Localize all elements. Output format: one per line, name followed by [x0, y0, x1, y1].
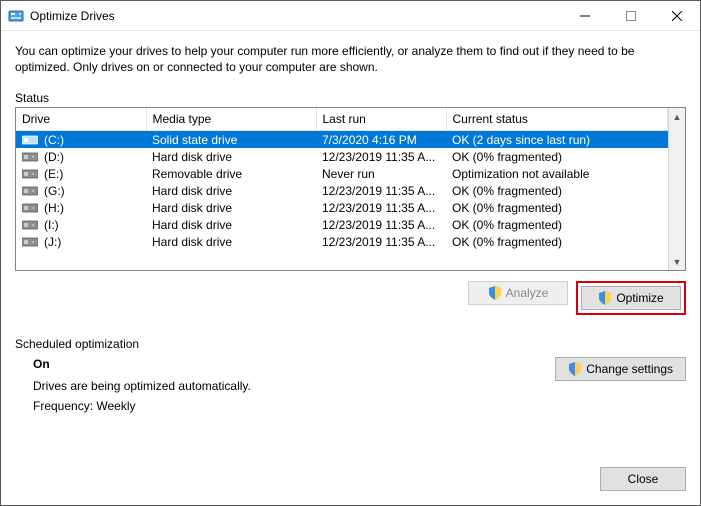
- last-run-cell: 12/23/2019 11:35 A...: [316, 199, 446, 216]
- scroll-up-icon[interactable]: ▲: [669, 108, 686, 125]
- drive-cell: (H:): [16, 199, 146, 216]
- sched-freq: Frequency: Weekly: [33, 399, 555, 413]
- status-cell: OK (2 days since last run): [446, 131, 668, 149]
- drive-icon: [22, 202, 38, 214]
- col-drive[interactable]: Drive: [16, 108, 146, 131]
- optimize-drives-window: Optimize Drives You can optimize your dr…: [0, 0, 701, 506]
- col-status[interactable]: Current status: [446, 108, 668, 131]
- shield-icon: [568, 362, 582, 376]
- vertical-scrollbar[interactable]: ▲ ▼: [668, 108, 685, 270]
- drive-icon: [22, 134, 38, 146]
- sched-status: On: [33, 357, 555, 371]
- last-run-cell: 12/23/2019 11:35 A...: [316, 233, 446, 250]
- last-run-cell: 12/23/2019 11:35 A...: [316, 216, 446, 233]
- title-bar[interactable]: Optimize Drives: [1, 1, 700, 31]
- column-headers[interactable]: Drive Media type Last run Current status: [16, 108, 668, 131]
- scheduled-optimization-label: Scheduled optimization: [15, 337, 686, 351]
- drive-cell: (G:): [16, 182, 146, 199]
- media-cell: Hard disk drive: [146, 199, 316, 216]
- col-last[interactable]: Last run: [316, 108, 446, 131]
- optimize-highlight: Optimize: [576, 281, 686, 315]
- drive-cell: (J:): [16, 233, 146, 250]
- analyze-button-label: Analyze: [506, 286, 549, 300]
- last-run-cell: 12/23/2019 11:35 A...: [316, 148, 446, 165]
- status-cell: OK (0% fragmented): [446, 148, 668, 165]
- media-cell: Hard disk drive: [146, 182, 316, 199]
- optimize-button[interactable]: Optimize: [581, 286, 681, 310]
- close-button[interactable]: [654, 1, 700, 31]
- status-cell: OK (0% fragmented): [446, 199, 668, 216]
- intro-text: You can optimize your drives to help you…: [15, 43, 686, 75]
- analyze-button: Analyze: [468, 281, 568, 305]
- last-run-cell: 12/23/2019 11:35 A...: [316, 182, 446, 199]
- status-cell: OK (0% fragmented): [446, 233, 668, 250]
- maximize-button[interactable]: [608, 1, 654, 31]
- media-cell: Hard disk drive: [146, 233, 316, 250]
- col-media[interactable]: Media type: [146, 108, 316, 131]
- change-settings-button[interactable]: Change settings: [555, 357, 686, 381]
- table-row[interactable]: (C:)Solid state drive7/3/2020 4:16 PMOK …: [16, 131, 668, 149]
- window-title: Optimize Drives: [30, 9, 115, 23]
- drive-icon: [22, 219, 38, 231]
- last-run-cell: 7/3/2020 4:16 PM: [316, 131, 446, 149]
- shield-icon: [488, 286, 502, 300]
- change-settings-button-label: Change settings: [586, 362, 673, 376]
- drive-icon: [22, 185, 38, 197]
- minimize-button[interactable]: [562, 1, 608, 31]
- drive-cell: (I:): [16, 216, 146, 233]
- drive-cell: (E:): [16, 165, 146, 182]
- close-dialog-button[interactable]: Close: [600, 467, 686, 491]
- status-label: Status: [15, 91, 686, 105]
- table-row[interactable]: (G:)Hard disk drive12/23/2019 11:35 A...…: [16, 182, 668, 199]
- status-cell: OK (0% fragmented): [446, 216, 668, 233]
- media-cell: Hard disk drive: [146, 148, 316, 165]
- media-cell: Removable drive: [146, 165, 316, 182]
- sched-desc: Drives are being optimized automatically…: [33, 379, 555, 393]
- scroll-down-icon[interactable]: ▼: [669, 253, 686, 270]
- shield-icon: [598, 291, 612, 305]
- media-cell: Hard disk drive: [146, 216, 316, 233]
- table-row[interactable]: (I:)Hard disk drive12/23/2019 11:35 A...…: [16, 216, 668, 233]
- optimize-button-label: Optimize: [616, 291, 663, 305]
- table-row[interactable]: (E:)Removable driveNever runOptimization…: [16, 165, 668, 182]
- drive-icon: [22, 151, 38, 163]
- drive-cell: (D:): [16, 148, 146, 165]
- table-row[interactable]: (J:)Hard disk drive12/23/2019 11:35 A...…: [16, 233, 668, 250]
- close-dialog-button-label: Close: [628, 472, 659, 486]
- media-cell: Solid state drive: [146, 131, 316, 149]
- table-row[interactable]: (H:)Hard disk drive12/23/2019 11:35 A...…: [16, 199, 668, 216]
- status-cell: Optimization not available: [446, 165, 668, 182]
- status-cell: OK (0% fragmented): [446, 182, 668, 199]
- drive-icon: [22, 168, 38, 180]
- drive-list: Drive Media type Last run Current status…: [15, 107, 686, 271]
- app-icon: [8, 8, 24, 24]
- drive-cell: (C:): [16, 131, 146, 149]
- last-run-cell: Never run: [316, 165, 446, 182]
- table-row[interactable]: (D:)Hard disk drive12/23/2019 11:35 A...…: [16, 148, 668, 165]
- drive-icon: [22, 236, 38, 248]
